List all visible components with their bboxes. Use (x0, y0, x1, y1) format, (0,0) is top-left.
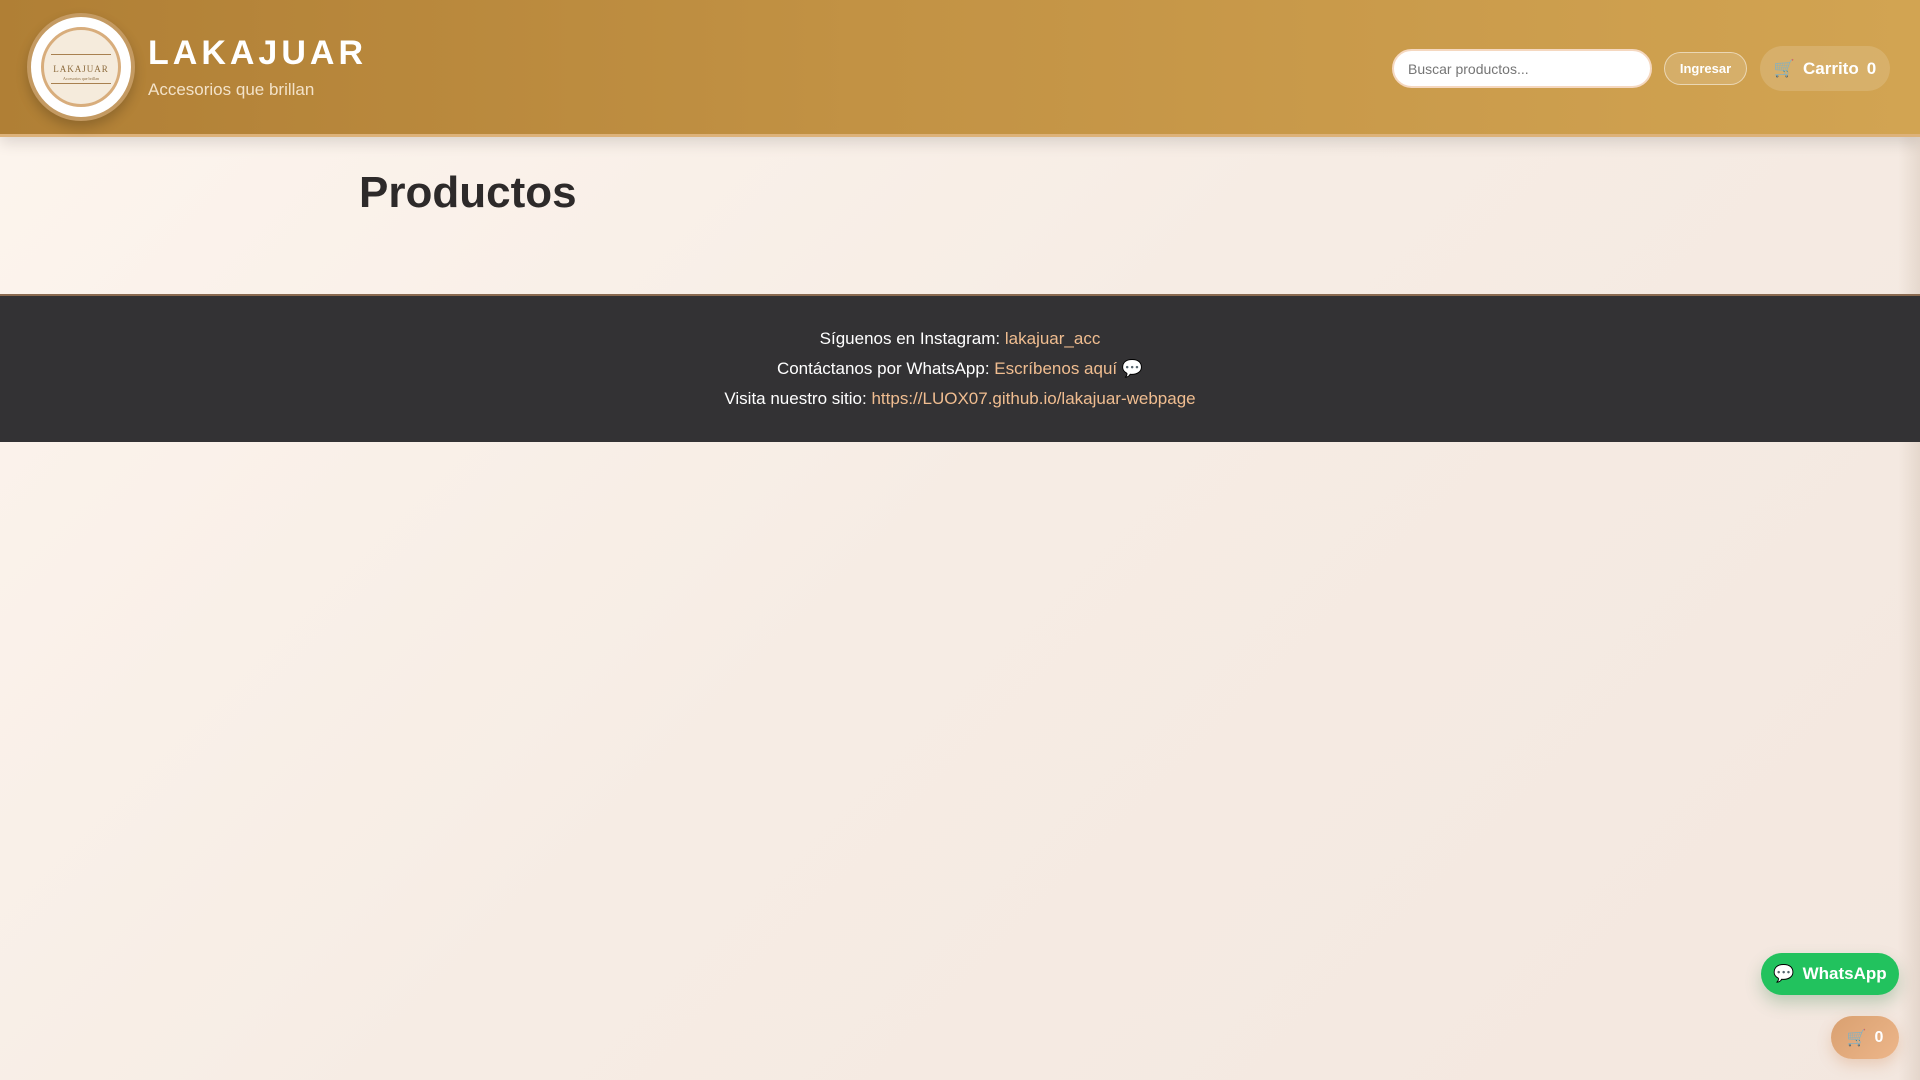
site-link[interactable]: https://LUOX07.github.io/lakajuar-webpag… (871, 389, 1195, 408)
cart-button[interactable]: 🛒 Carrito 0 (1760, 46, 1890, 91)
login-button[interactable]: Ingresar (1664, 52, 1747, 85)
scroll-edge (1898, 0, 1920, 1080)
whatsapp-label: WhatsApp (1802, 964, 1887, 983)
whatsapp-link[interactable]: Escríbenos aquí (994, 359, 1117, 378)
chat-icon: 💬 (1773, 964, 1795, 983)
cart-float-button[interactable]: 🛒 0 (1831, 1016, 1899, 1059)
site-line: Visita nuestro sitio: https://LUOX07.git… (0, 384, 1920, 414)
page-title: Productos (359, 168, 577, 217)
instagram-line: Síguenos en Instagram: lakajuar_acc (0, 324, 1920, 354)
cart-count: 0 (1866, 58, 1877, 78)
chat-icon: 💬 (1121, 359, 1144, 378)
instagram-link[interactable]: lakajuar_acc (1005, 329, 1100, 348)
site-prefix: Visita nuestro sitio: (724, 389, 867, 408)
whatsapp-prefix: Contáctanos por WhatsApp: (776, 359, 990, 378)
logo[interactable]: LAKAJUAR Accesorios que brillan (27, 13, 135, 121)
whatsapp-float-button[interactable]: 💬 WhatsApp (1761, 953, 1899, 995)
brand-tagline: Accesorios que brillan (148, 80, 315, 99)
site-header: LAKAJUAR Accesorios que brillan LAKAJUAR… (0, 0, 1920, 137)
whatsapp-line: Contáctanos por WhatsApp: Escríbenos aqu… (0, 354, 1920, 384)
logo-subtext: Accesorios que brillan (63, 75, 99, 81)
cart-label: Carrito (1802, 58, 1859, 78)
instagram-prefix: Síguenos en Instagram: (819, 329, 1001, 348)
brand-name: LAKAJUAR (148, 34, 367, 72)
cart-icon: 🛒 (1773, 58, 1795, 78)
search-input[interactable] (1392, 49, 1652, 88)
cart-float-count: 0 (1874, 1028, 1884, 1046)
cart-icon: 🛒 (1846, 1029, 1867, 1047)
site-footer: Síguenos en Instagram: lakajuar_acc Cont… (0, 294, 1920, 442)
logo-badge: LAKAJUAR Accesorios que brillan (41, 27, 121, 107)
